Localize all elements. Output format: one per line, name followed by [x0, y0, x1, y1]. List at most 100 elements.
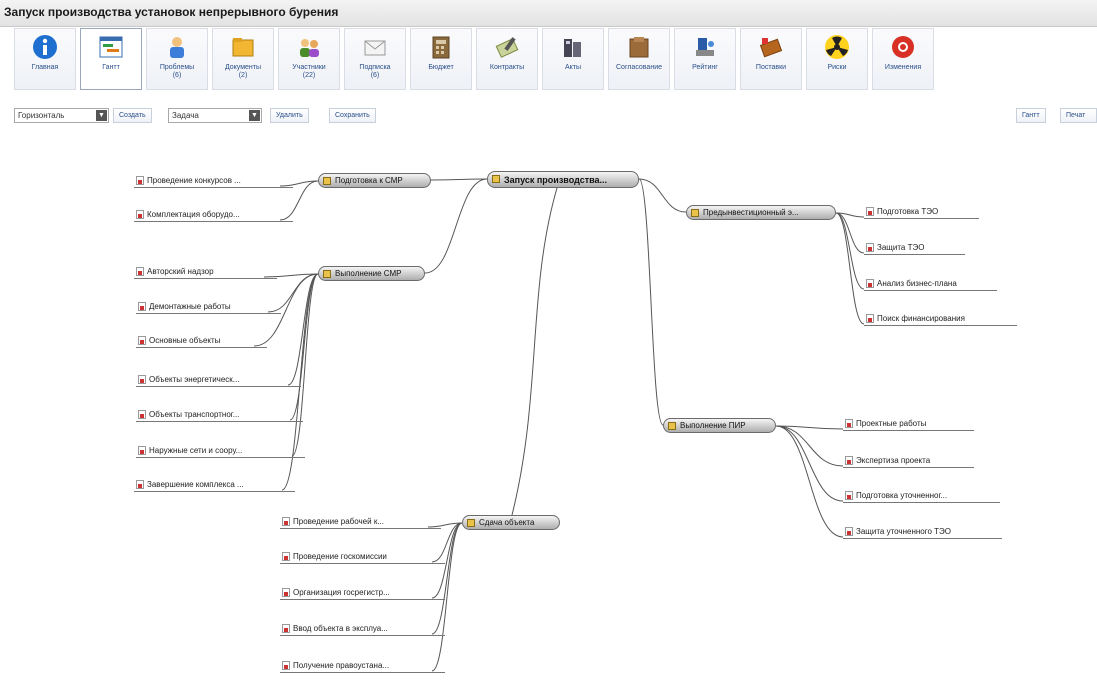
task-document-icon	[136, 480, 144, 489]
toolbar-button-deliveries[interactable]: Поставки	[740, 28, 802, 90]
task-leaf[interactable]: Защита уточненного ТЭО	[843, 526, 1002, 539]
create-button[interactable]: Создать	[113, 108, 152, 123]
task-leaf[interactable]: Проведение госкомиссии	[280, 551, 445, 564]
leaf-label: Объекты транспортног...	[149, 410, 240, 419]
branch-node-preinvest[interactable]: Предынвестиционный э...	[686, 205, 836, 220]
connector-line	[511, 187, 558, 516]
gantt-button[interactable]: Гантт	[1016, 108, 1046, 123]
problems-icon	[164, 34, 190, 60]
action-bar: Горизонталь ▼ Создать Задача ▼ Удалить С…	[0, 104, 1097, 128]
leaf-label: Подготовка уточненног...	[856, 491, 948, 500]
task-leaf[interactable]: Проектные работы	[843, 418, 974, 431]
task-node-icon	[691, 209, 699, 217]
leaf-label: Демонтажные работы	[149, 302, 231, 311]
task-leaf[interactable]: Ввод объекта в эксплуа...	[280, 623, 445, 636]
task-leaf[interactable]: Наружные сети и соору...	[136, 445, 305, 458]
toolbar-button-budget[interactable]: Бюджет	[410, 28, 472, 90]
branch-node-prep-smr[interactable]: Подготовка к СМР	[318, 173, 431, 188]
task-leaf[interactable]: Получение правоустана...	[280, 660, 445, 673]
rating-icon	[692, 34, 718, 60]
leaf-label: Поиск финансирования	[877, 314, 965, 323]
task-leaf[interactable]: Подготовка ТЭО	[864, 206, 979, 219]
leaf-label: Подготовка ТЭО	[877, 207, 939, 216]
chevron-down-icon[interactable]: ▼	[96, 110, 107, 121]
leaf-label: Проектные работы	[856, 419, 927, 428]
task-leaf[interactable]: Демонтажные работы	[136, 301, 281, 314]
branch-node-handover[interactable]: Сдача объекта	[462, 515, 560, 530]
task-leaf[interactable]: Анализ бизнес-плана	[864, 278, 997, 291]
task-leaf[interactable]: Объекты энергетическ...	[136, 374, 301, 387]
toolbar-button-label: Документы (2)	[224, 64, 262, 79]
toolbar-button-subscription[interactable]: Подписка (6)	[344, 28, 406, 90]
participants-icon	[296, 34, 322, 60]
leaf-label: Завершение комплекса ...	[147, 480, 244, 489]
acts-icon	[560, 34, 586, 60]
title-bar: Запуск производства установок непрерывно…	[0, 0, 1097, 27]
toolbar-button-info[interactable]: Главная	[14, 28, 76, 90]
contracts-icon	[494, 34, 520, 60]
root-node-project[interactable]: Запуск производства...	[487, 171, 639, 188]
node-label: Сдача объекта	[479, 518, 535, 527]
task-leaf[interactable]: Экспертиза проекта	[843, 455, 974, 468]
task-document-icon	[866, 314, 874, 323]
approval-icon	[626, 34, 652, 60]
task-document-icon	[282, 661, 290, 670]
task-leaf[interactable]: Объекты транспортног...	[136, 409, 303, 422]
task-leaf[interactable]: Основные объекты	[136, 335, 267, 348]
print-button[interactable]: Печат	[1060, 108, 1097, 123]
subscription-icon	[362, 34, 388, 60]
connector-line	[424, 178, 488, 274]
task-leaf[interactable]: Подготовка уточненног...	[843, 490, 1000, 503]
task-node-icon	[492, 175, 500, 183]
chevron-down-icon[interactable]: ▼	[249, 110, 260, 121]
toolbar-button-approval[interactable]: Согласование	[608, 28, 670, 90]
toolbar-button-risks[interactable]: Риски	[806, 28, 868, 90]
node-label: Выполнение СМР	[335, 269, 402, 278]
risks-icon	[824, 34, 850, 60]
delete-button[interactable]: Удалить	[270, 108, 309, 123]
leaf-label: Организация госрегистр...	[293, 588, 390, 597]
branch-node-exec-smr[interactable]: Выполнение СМР	[318, 266, 425, 281]
task-node-icon	[467, 519, 475, 527]
toolbar-button-changes[interactable]: Изменения	[872, 28, 934, 90]
leaf-label: Защита ТЭО	[877, 243, 925, 252]
task-leaf[interactable]: Защита ТЭО	[864, 242, 965, 255]
task-node-icon	[668, 422, 676, 430]
task-leaf[interactable]: Завершение комплекса ...	[134, 479, 295, 492]
task-leaf[interactable]: Проведение рабочей к...	[280, 516, 441, 529]
task-leaf[interactable]: Организация госрегистр...	[280, 587, 445, 600]
window-title: Запуск производства установок непрерывно…	[4, 5, 339, 19]
toolbar-button-label: Риски	[827, 64, 847, 71]
toolbar-button-participants[interactable]: Участники (22)	[278, 28, 340, 90]
toolbar-button-gantt[interactable]: Гантт	[80, 28, 142, 90]
connector-line	[835, 212, 865, 325]
save-button[interactable]: Сохранить	[329, 108, 376, 123]
leaf-label: Получение правоустана...	[293, 661, 390, 670]
task-leaf[interactable]: Комплектация оборудо...	[134, 209, 293, 222]
task-document-icon	[136, 176, 144, 185]
task-document-icon	[138, 410, 146, 419]
task-node-icon	[323, 177, 331, 185]
branch-node-exec-pir[interactable]: Выполнение ПИР	[663, 418, 776, 433]
connector-line	[431, 522, 463, 635]
deliveries-icon	[758, 34, 784, 60]
toolbar-button-problems[interactable]: Проблемы (6)	[146, 28, 208, 90]
type-select[interactable]: Задача ▼	[168, 108, 262, 123]
toolbar-button-documents[interactable]: Документы (2)	[212, 28, 274, 90]
orientation-select[interactable]: Горизонталь ▼	[14, 108, 109, 123]
mind-map: Запуск производства... Подготовка к СМР Вы…	[0, 128, 1097, 681]
task-leaf[interactable]: Поиск финансирования	[864, 313, 1017, 326]
info-icon	[32, 34, 58, 60]
main-toolbar: Главная Гантт Проблемы (6) Документы (2) Уча…	[14, 28, 934, 92]
task-leaf[interactable]: Проведение конкурсов ...	[134, 175, 293, 188]
task-leaf[interactable]: Авторский надзор	[134, 266, 277, 279]
task-node-icon	[323, 270, 331, 278]
node-label: Выполнение ПИР	[680, 421, 746, 430]
leaf-label: Наружные сети и соору...	[149, 446, 243, 455]
toolbar-button-label: Участники (22)	[292, 64, 326, 79]
toolbar-button-acts[interactable]: Акты	[542, 28, 604, 90]
toolbar-button-contracts[interactable]: Контракты	[476, 28, 538, 90]
toolbar-button-label: Проблемы (6)	[159, 64, 195, 79]
toolbar-button-rating[interactable]: Рейтинг	[674, 28, 736, 90]
task-document-icon	[282, 517, 290, 526]
